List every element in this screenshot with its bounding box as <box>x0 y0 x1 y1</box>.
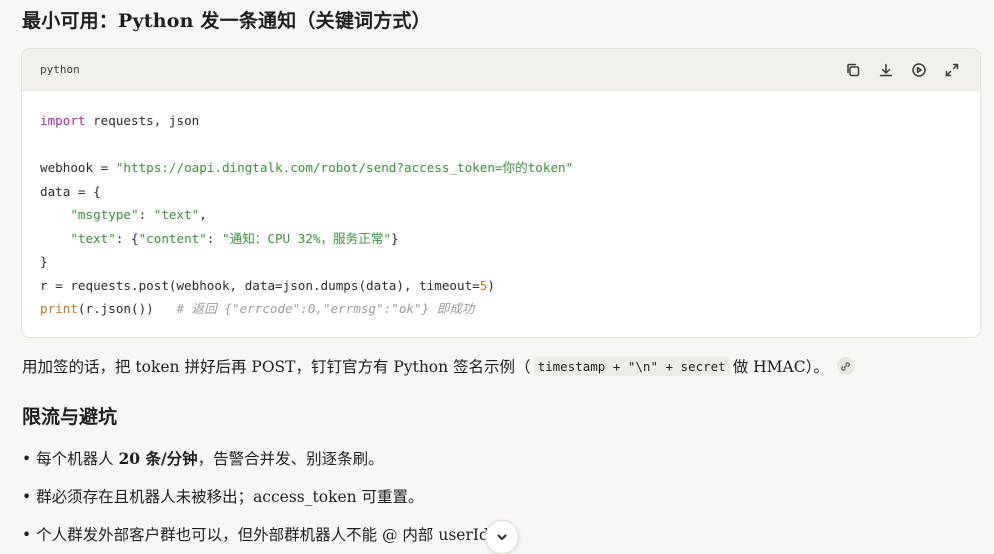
list-bold-text: 20 条/分钟 <box>118 449 198 468</box>
code-toolbar <box>842 59 962 80</box>
body-paragraph: 用加签的话，把 token 拼好后再 POST，钉钉官方有 Python 签名示… <box>22 355 855 377</box>
code-text: requests, json <box>85 113 200 128</box>
code-string: "content" <box>138 230 207 246</box>
list-text: • 每个机器人 <box>22 450 119 468</box>
section-heading: 最小可用：Python 发一条通知（关键词方式） <box>22 10 431 32</box>
paragraph-text: 用加签的话，把 token 拼好后再 POST，钉钉官方有 Python 签名示… <box>22 358 531 376</box>
code-block: python import requests, json webhook = "… <box>21 48 981 338</box>
subheading: 限流与避坑 <box>22 406 118 428</box>
code-block-header: python <box>22 49 980 91</box>
code-line: } <box>40 250 962 274</box>
code-string: "text" <box>70 230 116 246</box>
chevron-down-icon <box>497 534 507 540</box>
code-line: webhook = "https://oapi.dingtalk.com/rob… <box>40 156 962 180</box>
list-item: • 个人群发外部客户群也可以，但外部群机器人不能 @ 内部 userId <box>22 526 489 544</box>
code-text: (r.json()) <box>77 301 177 316</box>
code-content[interactable]: import requests, json webhook = "https:/… <box>22 91 980 321</box>
download-icon[interactable] <box>875 59 896 80</box>
inline-code: timestamp + "\n" + secret <box>533 356 730 376</box>
code-line: print(r.json()) # 返回 {"errcode":0,"errms… <box>40 297 962 321</box>
code-line: import requests, json <box>40 109 962 133</box>
code-string: "text" <box>153 207 200 222</box>
code-text: } <box>391 230 399 246</box>
code-line: "text": {"content": "通知：CPU 32%，服务正常"} <box>40 227 962 251</box>
run-icon[interactable] <box>908 59 929 80</box>
code-text: ) <box>487 277 495 293</box>
code-builtin: print <box>40 301 78 316</box>
code-text: , <box>199 207 207 222</box>
code-line: "msgtype": "text", <box>40 203 962 227</box>
code-line: r = requests.post(webhook, data=json.dum… <box>40 274 962 298</box>
code-comment: # 返回 {"errcode":0,"errmsg":"ok"} 即成功 <box>176 301 475 316</box>
list-item: • 每个机器人 20 条/分钟，告警合并发、别逐条刷。 <box>22 447 384 469</box>
code-language-label: python <box>40 63 80 76</box>
code-text: : <box>206 230 223 246</box>
code-text: : { <box>115 230 139 246</box>
list-item: • 群必须存在且机器人未被移出；access_token 可重置。 <box>22 488 424 506</box>
code-text: r = requests.post(webhook, data=json.dum… <box>40 277 480 293</box>
copy-icon[interactable] <box>842 59 863 80</box>
code-text: } <box>40 254 48 269</box>
expand-icon[interactable] <box>941 59 962 80</box>
citation-link[interactable] <box>836 357 855 375</box>
code-text: webhook = <box>40 160 116 175</box>
code-string: "msgtype" <box>70 207 139 222</box>
code-string: "通知：CPU 32%，服务正常" <box>222 230 392 246</box>
code-text: data = { <box>40 183 101 199</box>
code-keyword: import <box>40 113 86 128</box>
list-text: ，告警合并发、别逐条刷。 <box>197 450 384 468</box>
paragraph-text: 做 HMAC）。 <box>732 358 829 376</box>
code-string: "https://oapi.dingtalk.com/robot/send?ac… <box>115 160 574 175</box>
code-text: : <box>138 207 154 222</box>
link-icon <box>841 361 851 371</box>
code-line: data = { <box>40 180 962 204</box>
